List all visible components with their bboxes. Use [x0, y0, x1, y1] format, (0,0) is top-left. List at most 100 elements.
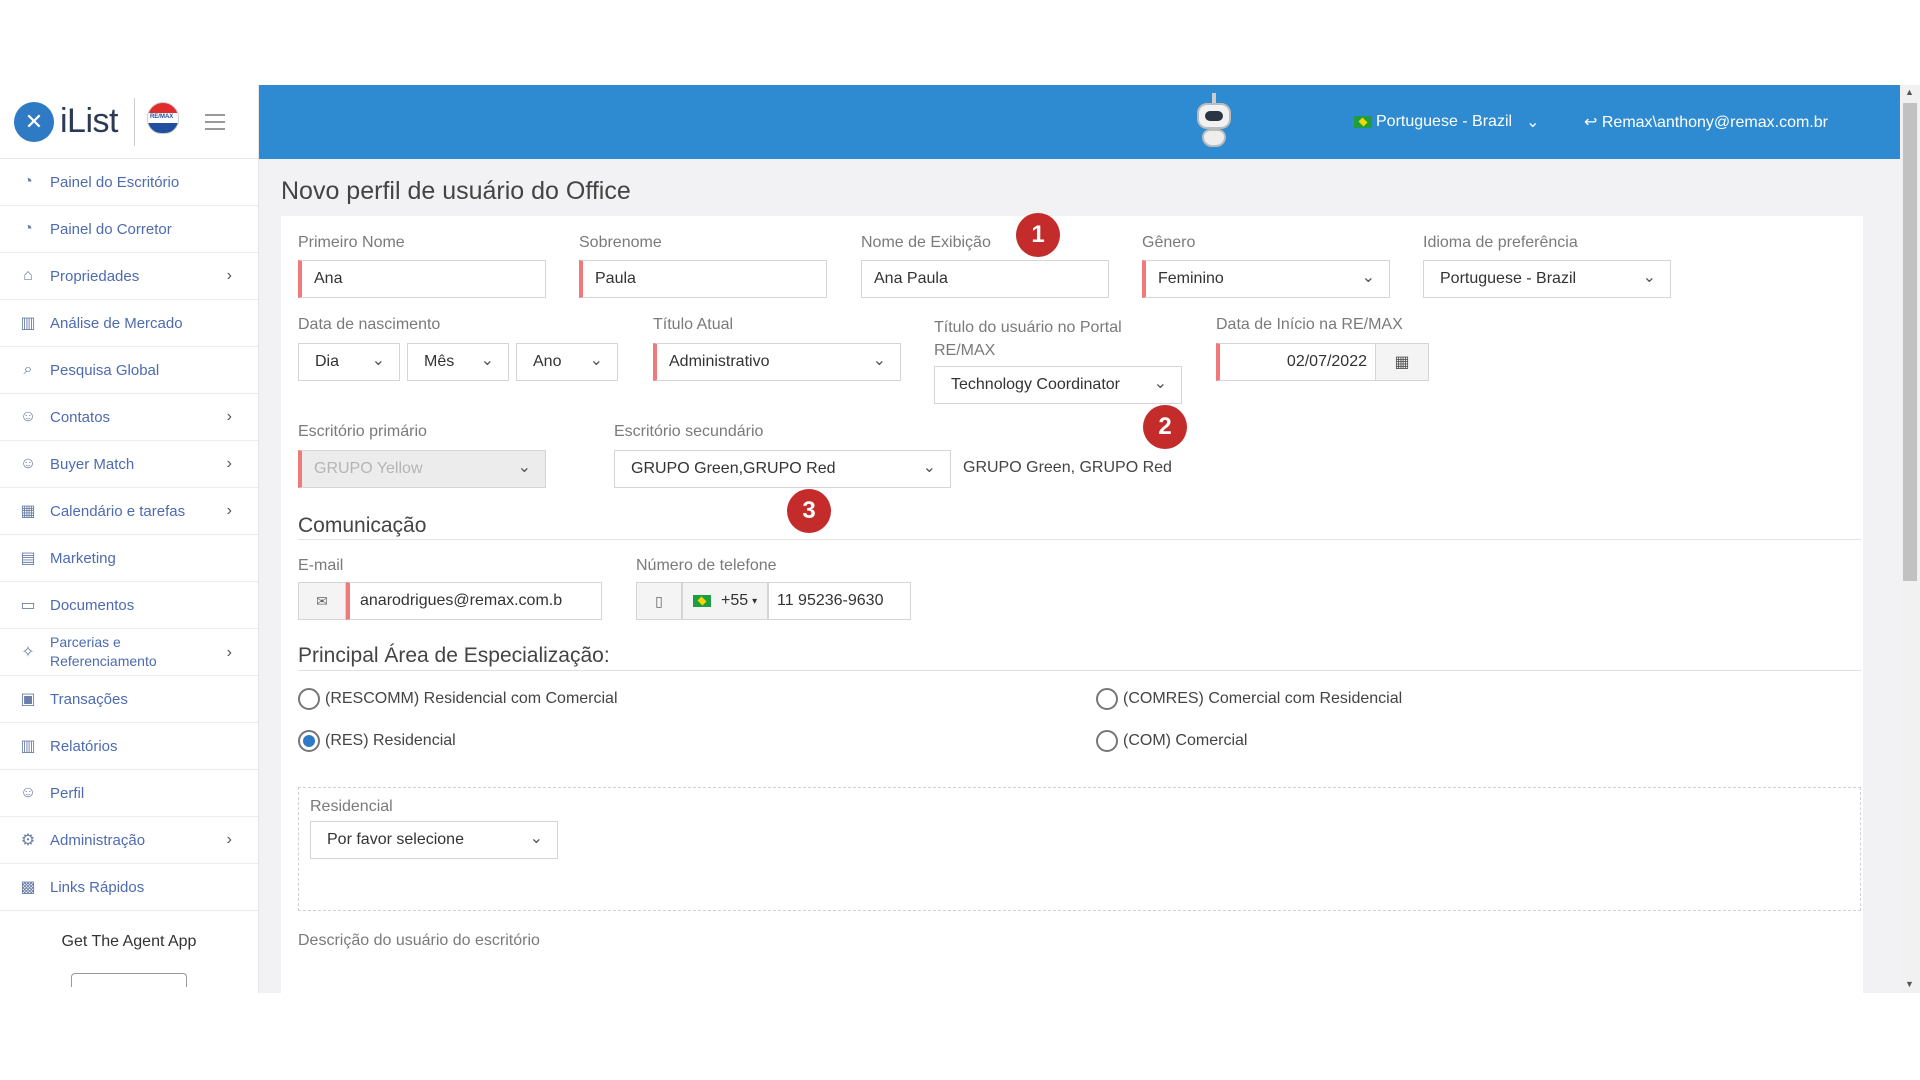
sidebar-item-documentos[interactable]: ▭ Documentos — [0, 582, 258, 629]
sidebar-item-label: Perfil — [50, 784, 85, 802]
home-icon: ⌂ — [23, 267, 33, 284]
sidebar-item-marketing[interactable]: ▤ Marketing — [0, 535, 258, 582]
language-select[interactable]: Portuguese - Brazil — [1423, 260, 1671, 298]
description-label: Descrição do usuário do escritório — [298, 932, 540, 949]
residential-label: Residencial — [310, 798, 393, 815]
radio-circle — [1096, 688, 1118, 710]
hamburger-menu-icon[interactable] — [204, 113, 225, 130]
last-name-input[interactable]: Paula — [579, 260, 827, 298]
birth-month-select[interactable]: Mês — [407, 343, 509, 381]
phone-country-select[interactable]: +55 ▾ — [682, 582, 768, 620]
sidebar-item-label: Painel do Escritório — [50, 173, 180, 191]
radio-comres[interactable]: (COMRES) Comercial com Residencial — [1096, 688, 1402, 710]
folder-icon: ▭ — [20, 597, 36, 614]
birth-day-select[interactable]: Dia — [298, 343, 400, 381]
residential-select[interactable]: Por favor selecione — [310, 821, 558, 859]
bar-chart-icon: ▥ — [20, 315, 36, 332]
display-name-input[interactable]: Ana Paula — [861, 260, 1109, 298]
user-account-link[interactable]: ↩ Remax\anthony@remax.com.br — [1584, 112, 1828, 132]
sidebar-item-label: Contatos — [50, 408, 111, 426]
sidebar-item-label: Transações — [50, 690, 128, 708]
portal-title-select[interactable]: Technology Coordinator — [934, 366, 1182, 404]
gender-select[interactable]: Feminino — [1142, 260, 1390, 298]
sidebar-nav: ◔ Painel do Escritório ◔ Painel do Corretor… — [0, 159, 258, 911]
links-icon: ▩ — [20, 879, 36, 896]
sidebar-item-label: Marketing — [50, 549, 116, 567]
email-input[interactable]: anarodrigues@remax.com.b — [346, 582, 602, 620]
sidebar-item-label: Pesquisa Global — [50, 361, 160, 379]
first-name-label: Primeiro Nome — [298, 234, 405, 251]
chevron-right-icon: › — [226, 502, 232, 519]
sidebar-item-links-rapidos[interactable]: ▩ Links Rápidos — [0, 864, 258, 911]
radio-rescomm[interactable]: (RESCOMM) Residencial com Comercial — [298, 688, 618, 710]
sidebar-item-painel-do-escritorio[interactable]: ◔ Painel do Escritório — [0, 159, 258, 206]
sidebar-item-painel-do-corretor[interactable]: ◔ Painel do Corretor — [0, 206, 258, 253]
scroll-thumb[interactable] — [1903, 103, 1917, 581]
phone-input[interactable]: 11 95236-9630 — [768, 582, 911, 620]
envelope-icon: ✉ — [298, 582, 346, 620]
remax-balloon-icon: RE/MAX — [146, 101, 179, 142]
vertical-scrollbar[interactable]: ▲ ▼ — [1900, 85, 1920, 993]
sidebar-item-buyer-match[interactable]: ☺ Buyer Match › — [0, 441, 258, 488]
sidebar-item-label: Documentos — [50, 596, 135, 614]
current-title-select[interactable]: Administrativo — [653, 343, 901, 381]
portal-title-label: Título do usuário no Portal RE/MAX — [934, 319, 1122, 359]
gear-icon: ⚙ — [20, 832, 36, 849]
current-title-label: Título Atual — [653, 316, 734, 333]
sidebar-item-label: Links Rápidos — [50, 878, 145, 896]
assistant-robot-icon[interactable] — [1189, 93, 1239, 151]
radio-res[interactable]: (RES) Residencial — [298, 730, 456, 752]
radio-com[interactable]: (COM) Comercial — [1096, 730, 1247, 752]
brand-name: iList — [60, 102, 118, 140]
sidebar-item-label: Análise de Mercado — [50, 314, 183, 332]
ilist-logo-icon[interactable]: ✕ — [14, 101, 54, 142]
sidebar-item-perfil[interactable]: ☺ Perfil — [0, 770, 258, 817]
sidebar-item-parcerias-e-referenciamento[interactable]: ✧ Parcerias e Referenciamento › — [0, 629, 258, 676]
sidebar-item-label: Propriedades — [50, 267, 140, 285]
sidebar-item-label: Painel do Corretor — [50, 220, 172, 238]
secondary-office-label: Escritório secundário — [614, 423, 764, 440]
specialization-title: Principal Área de Especialização: — [298, 644, 610, 667]
gauge-icon: ◔ — [23, 220, 33, 237]
language-selector[interactable]: Portuguese - Brazil ⌄ — [1354, 112, 1539, 132]
language-label: Idioma de preferência — [1423, 234, 1578, 251]
sidebar-item-transacoes[interactable]: ▣ Transações — [0, 676, 258, 723]
agent-app-button[interactable] — [71, 973, 187, 987]
sidebar-item-calendario-e-tarefas[interactable]: ▦ Calendário e tarefas › — [0, 488, 258, 535]
sidebar-item-analise-de-mercado[interactable]: ▥ Análise de Mercado — [0, 300, 258, 347]
sidebar-item-label: Buyer Match — [50, 455, 135, 473]
step-badge-2: 2 — [1143, 405, 1187, 449]
sidebar-item-pesquisa-global[interactable]: ⌕ Pesquisa Global — [0, 347, 258, 394]
app-window: ✕ iList RE/MAX ◔ Painel do Escritório ◔ Pai… — [0, 85, 1920, 993]
last-name-label: Sobrenome — [579, 234, 662, 251]
user-icon: ☺ — [19, 784, 37, 801]
chevron-right-icon: › — [226, 644, 232, 661]
secondary-office-summary: GRUPO Green, GRUPO Red — [963, 459, 1172, 476]
chevron-right-icon: › — [226, 831, 232, 848]
first-name-input[interactable]: Ana — [298, 260, 546, 298]
brazil-flag-icon — [693, 595, 711, 607]
start-date-label: Data de Início na RE/MAX — [1216, 316, 1403, 333]
calendar-icon: ▦ — [20, 503, 36, 520]
birth-year-select[interactable]: Ano — [516, 343, 618, 381]
sidebar: ✕ iList RE/MAX ◔ Painel do Escritório ◔ Pai… — [0, 85, 259, 993]
scroll-down-icon[interactable]: ▼ — [1905, 979, 1914, 989]
gender-label: Gênero — [1142, 234, 1196, 251]
sidebar-item-contatos[interactable]: ☺ Contatos › — [0, 394, 258, 441]
radio-circle-selected — [298, 730, 320, 752]
email-label: E-mail — [298, 557, 344, 574]
calendar-icon[interactable]: ▦ — [1375, 343, 1429, 381]
handshake-icon: ✧ — [21, 643, 35, 661]
scroll-up-icon[interactable]: ▲ — [1905, 87, 1914, 97]
primary-office-select: GRUPO Yellow — [298, 450, 546, 488]
sidebar-item-propriedades[interactable]: ⌂ Propriedades › — [0, 253, 258, 300]
sidebar-item-administracao[interactable]: ⚙ Administração › — [0, 817, 258, 864]
chevron-right-icon: › — [226, 408, 232, 425]
secondary-office-select[interactable]: GRUPO Green,GRUPO Red — [614, 450, 951, 488]
start-date-input[interactable]: 02/07/2022 — [1216, 343, 1376, 381]
bar-chart-icon: ▥ — [20, 738, 36, 755]
search-icon: ⌕ — [23, 361, 33, 378]
chevron-right-icon: › — [226, 267, 232, 284]
sidebar-item-relatorios[interactable]: ▥ Relatórios — [0, 723, 258, 770]
communication-title: Comunicação — [298, 514, 427, 537]
